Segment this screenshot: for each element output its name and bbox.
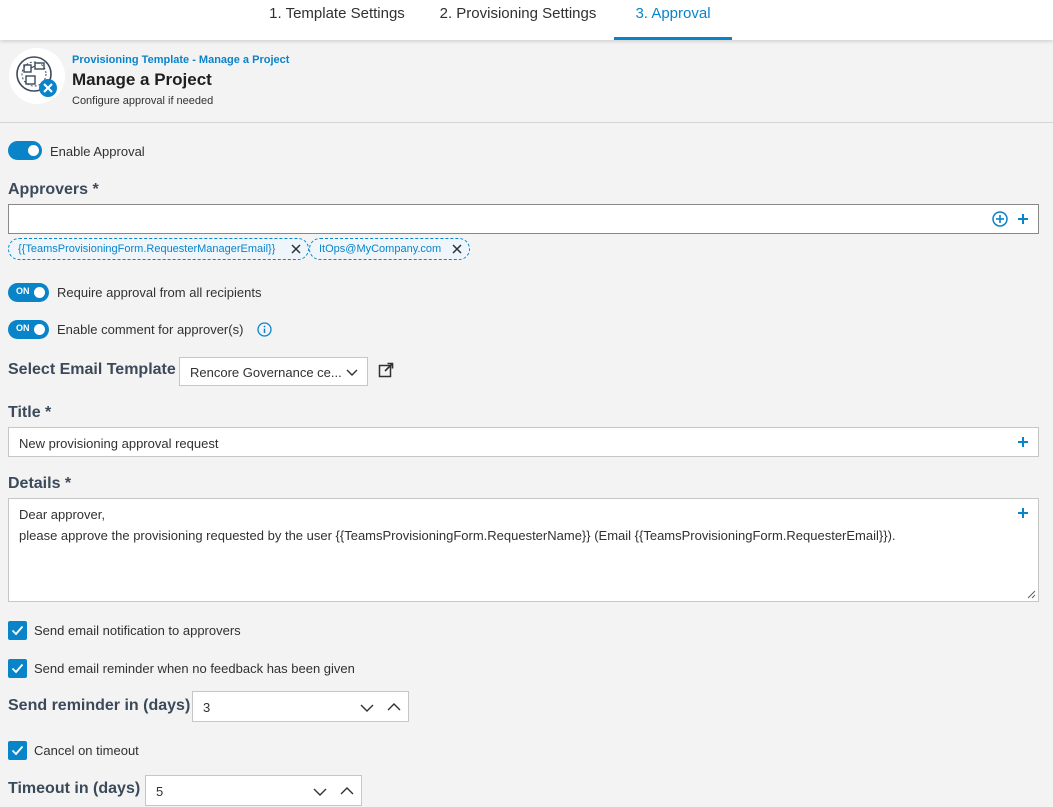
email-template-label: Select Email Template <box>8 361 176 378</box>
chevron-up-icon[interactable] <box>385 698 403 716</box>
page-header: Provisioning Template - Manage a Project… <box>0 40 1053 123</box>
timeout-days-value: 5 <box>156 784 164 799</box>
add-circle-icon[interactable] <box>992 211 1008 227</box>
toggle-on-text: ON <box>16 286 30 296</box>
approver-tag-label: ItOps@MyCompany.com <box>319 243 442 255</box>
details-textarea[interactable]: Dear approver, please approve the provis… <box>8 498 1039 602</box>
details-label: Details * <box>8 475 72 492</box>
title-label: Title * <box>8 404 52 421</box>
check-icon <box>11 625 24 636</box>
reminder-days-value: 3 <box>203 700 211 715</box>
email-template-select[interactable]: Rencore Governance ce... <box>179 357 368 386</box>
approver-tag-label: {{TeamsProvisioningForm.RequesterManager… <box>18 243 276 255</box>
timeout-days-label: Timeout in (days) <box>8 780 141 797</box>
resize-grip-icon[interactable] <box>1026 589 1036 599</box>
plus-icon[interactable] <box>1015 505 1031 521</box>
require-all-toggle[interactable]: ON <box>8 283 49 302</box>
check-icon <box>11 745 24 756</box>
timeout-days-spinbox[interactable]: 5 <box>145 775 362 806</box>
chevron-up-icon[interactable] <box>338 782 356 800</box>
approver-tag: {{TeamsProvisioningForm.RequesterManager… <box>8 238 309 260</box>
close-icon[interactable] <box>451 243 463 255</box>
enable-comment-toggle[interactable]: ON <box>8 320 49 339</box>
enable-approval-label: Enable Approval <box>50 144 145 159</box>
require-all-label: Require approval from all recipients <box>57 285 262 300</box>
tab-provisioning-settings[interactable]: 2. Provisioning Settings <box>428 0 608 40</box>
tab-approval[interactable]: 3. Approval <box>614 0 732 40</box>
plus-icon[interactable] <box>1015 211 1031 227</box>
check-icon <box>11 663 24 674</box>
reminder-days-label: Send reminder in (days) <box>8 697 191 714</box>
close-icon[interactable] <box>290 243 302 255</box>
details-line: please approve the provisioning requeste… <box>19 528 896 543</box>
page-subtitle: Configure approval if needed <box>72 95 214 107</box>
toggle-knob <box>28 145 39 156</box>
wizard-tab-bar: 1. Template Settings 2. Provisioning Set… <box>0 0 1053 40</box>
toggle-knob <box>34 287 45 298</box>
plus-icon[interactable] <box>1015 434 1031 450</box>
send-notification-checkbox[interactable] <box>8 621 27 640</box>
approver-tag: ItOps@MyCompany.com <box>309 238 470 260</box>
template-logo-icon <box>9 48 65 104</box>
title-input-value: New provisioning approval request <box>19 436 219 451</box>
cancel-on-timeout-checkbox[interactable] <box>8 741 27 760</box>
info-icon[interactable] <box>257 322 272 337</box>
enable-approval-toggle[interactable] <box>8 141 42 160</box>
send-notification-label: Send email notification to approvers <box>34 623 241 638</box>
chevron-down-icon[interactable] <box>358 698 376 716</box>
reminder-days-spinbox[interactable]: 3 <box>192 691 409 722</box>
toggle-knob <box>34 324 45 335</box>
cancel-on-timeout-label: Cancel on timeout <box>34 743 139 758</box>
enable-comment-label: Enable comment for approver(s) <box>57 322 244 337</box>
approvers-label: Approvers * <box>8 181 99 198</box>
toggle-on-text: ON <box>16 323 30 333</box>
title-input[interactable]: New provisioning approval request <box>8 427 1039 457</box>
breadcrumb: Provisioning Template - Manage a Project <box>72 54 290 66</box>
send-reminder-checkbox[interactable] <box>8 659 27 678</box>
external-link-icon[interactable] <box>378 362 394 378</box>
chevron-down-icon <box>346 366 358 378</box>
page-title: Manage a Project <box>72 70 212 89</box>
chevron-down-icon[interactable] <box>311 782 329 800</box>
approvers-input[interactable] <box>8 204 1039 234</box>
details-line: Dear approver, <box>19 507 105 522</box>
tab-template-settings[interactable]: 1. Template Settings <box>256 0 418 40</box>
send-reminder-label: Send email reminder when no feedback has… <box>34 661 355 676</box>
email-template-value: Rencore Governance ce... <box>190 365 342 380</box>
